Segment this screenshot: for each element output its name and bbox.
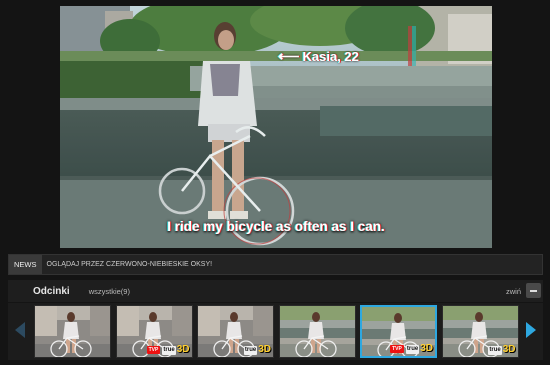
true-3d-badge: true 3D <box>243 344 271 355</box>
episodes-header: Odcinki wszystkie(9) zwiń <box>8 280 543 302</box>
chevron-left-icon[interactable] <box>13 321 27 339</box>
episode-thumbnail[interactable] <box>34 305 111 358</box>
news-text[interactable]: OGLĄDAJ PRZEZ CZERWONO-NIEBIESKIE OKSY! <box>47 261 213 268</box>
true-3d-badge: TVP true 3D <box>146 344 190 355</box>
arrow-left-icon: ⟵ <box>278 48 299 65</box>
video-subtitle: I ride my bicycle as often as I can. <box>167 219 385 234</box>
true-label: true <box>488 345 502 355</box>
collapse-label[interactable]: zwiń <box>506 287 521 296</box>
episode-thumbnail[interactable]: TVP true 3D <box>360 305 437 358</box>
episode-thumbnail[interactable]: TVP true 3D <box>115 305 193 358</box>
3d-label: 3D <box>176 344 190 355</box>
video-player[interactable]: ⟵ Kasia, 22 I ride my bicycle as often a… <box>60 6 492 248</box>
3d-label: 3D <box>420 343 433 354</box>
episode-thumbnail[interactable]: true 3D <box>197 305 274 358</box>
tvp-logo: TVP <box>146 346 161 354</box>
speaker-name: Kasia, 22 <box>302 48 359 64</box>
true-label: true <box>405 344 420 354</box>
episodes-title: Odcinki <box>33 285 70 297</box>
news-badge: NEWS <box>9 255 42 274</box>
thumbnail-image <box>279 306 355 357</box>
video-frame <box>60 6 492 248</box>
speaker-annotation: ⟵ Kasia, 22 <box>278 47 359 65</box>
thumbnail-image <box>35 306 110 357</box>
episode-thumbnail[interactable]: true 3D <box>441 305 519 358</box>
true-label: true <box>162 345 176 355</box>
true-3d-badge: true 3D <box>488 344 516 355</box>
true-label: true <box>243 345 258 355</box>
chevron-right-icon[interactable] <box>524 321 538 339</box>
tvp-logo: TVP <box>390 345 404 353</box>
minus-icon <box>530 289 537 292</box>
3d-label: 3D <box>258 344 271 355</box>
true-3d-badge: TVP true 3D <box>390 344 433 354</box>
episodes-carousel: TVP true 3D true 3D TVP true 3D true 3D <box>8 303 543 360</box>
news-ticker: NEWS OGLĄDAJ PRZEZ CZERWONO-NIEBIESKIE O… <box>8 254 543 275</box>
collapse-button[interactable] <box>526 283 541 298</box>
episode-thumbnail[interactable] <box>278 305 356 358</box>
all-episodes-link[interactable]: wszystkie(9) <box>89 287 130 296</box>
3d-label: 3D <box>502 344 516 355</box>
